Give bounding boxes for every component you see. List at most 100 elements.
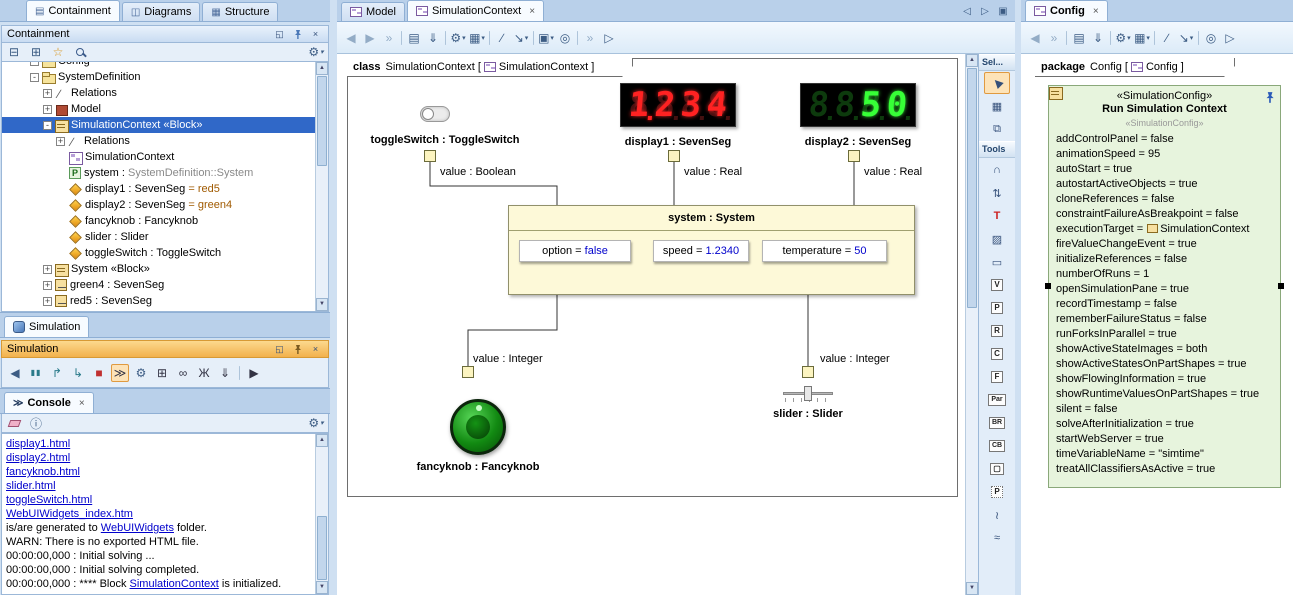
constraint-property-tool[interactable]: C [984,343,1010,365]
info-button[interactable]: ⓘ [27,414,45,432]
console-link[interactable]: slider.html [6,480,56,492]
display1-port[interactable] [668,150,680,162]
tab-simulationcontext[interactable]: SimulationContext × [407,0,544,21]
collapse-all-button[interactable]: ⊟ [5,43,23,61]
console-scrollbar[interactable]: ▲ ▼ [315,434,328,594]
tree-expander[interactable]: + [43,89,52,98]
temperature[interactable]: temperature = 50 [762,240,887,262]
slider-handle[interactable] [804,386,812,401]
tree-expander[interactable]: - [30,73,39,82]
participant-property-tool[interactable]: Par [984,389,1010,411]
scroll-thumb[interactable] [317,76,327,166]
tree-expander[interactable]: + [43,297,52,306]
fancyknob-port[interactable] [462,366,474,378]
flow-property-tool[interactable]: F [984,366,1010,388]
tree-item-toggleswitch[interactable]: toggleSwitch : ToggleSwitch [2,245,315,261]
layout-button[interactable]: ▦ [468,29,486,47]
step-into-button[interactable]: ↱ [48,364,66,382]
tree-item-display1[interactable]: display1 : SevenSeg = red5 [2,181,315,197]
frame-tool[interactable]: ▭ [984,251,1010,273]
console-link[interactable]: toggleSwitch.html [6,494,92,506]
text-tool[interactable]: T [984,205,1010,227]
tree-item-simulationcontext-block[interactable]: - SimulationContext «Block» [2,117,315,133]
toolbar-overflow-button[interactable]: » [1045,29,1063,47]
scroll-up-button[interactable]: ▲ [316,434,328,447]
tree-item-system-block[interactable]: + System «Block» [2,261,315,277]
variables-button[interactable]: ⊞ [153,364,171,382]
magnet-tool[interactable]: ∩ [984,159,1010,181]
toggleswitch-port[interactable] [424,150,436,162]
step-over-button[interactable]: ↳ [69,364,87,382]
pin-icon[interactable] [1262,90,1276,104]
tab-containment[interactable]: ▤ Containment [26,0,120,21]
layers-tool[interactable]: ⧉ [984,118,1010,140]
tab-close-icon[interactable]: × [529,6,535,17]
tree-item-simulationcontext-diagram[interactable]: SimulationContext [2,149,315,165]
console-link[interactable]: WebUIWidgets_index.htm [6,508,133,520]
tree-item-red5[interactable]: + red5 : SevenSeg [2,293,315,309]
connector-tool[interactable]: ≀ [984,504,1010,526]
pause-button[interactable]: ▮▮ [27,364,45,382]
tree-settings-button[interactable]: ⚙▾ [307,43,325,61]
selection-handle[interactable] [1045,283,1051,289]
tree-expander[interactable]: + [43,281,52,290]
scroll-thumb[interactable] [967,68,977,308]
constraint-block-tool[interactable]: CB [984,435,1010,457]
tree-expander[interactable]: + [56,137,65,146]
diagram-canvas[interactable]: classSimulationContext [SimulationContex… [337,54,1015,595]
tree-item-model[interactable]: + Model [2,101,315,117]
shape-image-button[interactable]: ▣ [537,29,555,47]
swap-tool[interactable]: ⇅ [984,182,1010,204]
zoom-button[interactable]: ◎ [556,29,574,47]
previous-diagram-button[interactable]: ◁ [959,6,975,17]
tree-expander[interactable]: - [43,121,52,130]
tree-expander[interactable]: + [43,105,52,114]
save-as-image-button[interactable]: ⇓ [424,29,442,47]
console-link[interactable]: display2.html [6,452,70,464]
tree-item-slider[interactable]: slider : Slider [2,229,315,245]
sticky-selection-tool[interactable]: ▦ [984,95,1010,117]
related-elements-button[interactable]: ▤ [1070,29,1088,47]
fancyknob-widget[interactable] [450,399,506,455]
clear-console-button[interactable] [5,414,23,432]
pin-icon[interactable] [290,28,305,41]
console-link[interactable]: display1.html [6,438,70,450]
speed[interactable]: speed = 1.2340 [653,240,749,262]
close-icon[interactable]: × [308,343,323,356]
tree-item-green4[interactable]: + green4 : SevenSeg [2,277,315,293]
splitter[interactable] [1014,0,1021,595]
back-button[interactable]: ◀ [342,29,360,47]
tab-model[interactable]: Model [341,2,405,21]
slider-widget[interactable] [783,385,833,403]
display2-port[interactable] [848,150,860,162]
forward-button[interactable]: ▶ [361,29,379,47]
slider-port[interactable] [802,366,814,378]
terminate-button[interactable]: ■ [90,364,108,382]
binding-reference-tool[interactable]: BR [984,412,1010,434]
item-flow-tool[interactable]: ≈ [984,527,1010,549]
scroll-up-button[interactable]: ▲ [316,62,328,75]
dependency-button[interactable]: ↘ [512,29,530,47]
tree-item-display2[interactable]: display2 : SevenSeg = green4 [2,197,315,213]
tree-item-config[interactable]: - Config [2,62,315,69]
diagram-options-button[interactable]: ⚙ [449,29,467,47]
restore-icon[interactable]: ◱ [272,343,287,356]
console-button[interactable]: ≫ [111,364,129,382]
tree-item-relations-2[interactable]: + Relations [2,133,315,149]
system-block[interactable]: system : System option = falsespeed = 1.… [508,205,915,295]
simulation-config-box[interactable]: «SimulationConfig» Run Simulation Contex… [1048,85,1281,488]
breakpoints-button[interactable]: ∞ [174,364,192,382]
console-tab-close-icon[interactable]: × [79,398,85,409]
scroll-thumb[interactable] [317,516,327,580]
expand-all-button[interactable]: ⊞ [27,43,45,61]
scroll-down-button[interactable]: ▼ [316,298,328,311]
simulation-options-button[interactable]: ⚙ [132,364,150,382]
next-diagram-button[interactable]: ▷ [977,6,993,17]
trigger-button[interactable]: ▶ [245,364,263,382]
value-property-tool[interactable]: V [984,274,1010,296]
display2-widget[interactable]: 888580 [800,83,916,127]
zoom-button[interactable]: ◎ [1202,29,1220,47]
save-as-image-button[interactable]: ⇓ [1089,29,1107,47]
toggle-switch-widget[interactable] [420,106,450,122]
reference-property-tool[interactable]: R [984,320,1010,342]
